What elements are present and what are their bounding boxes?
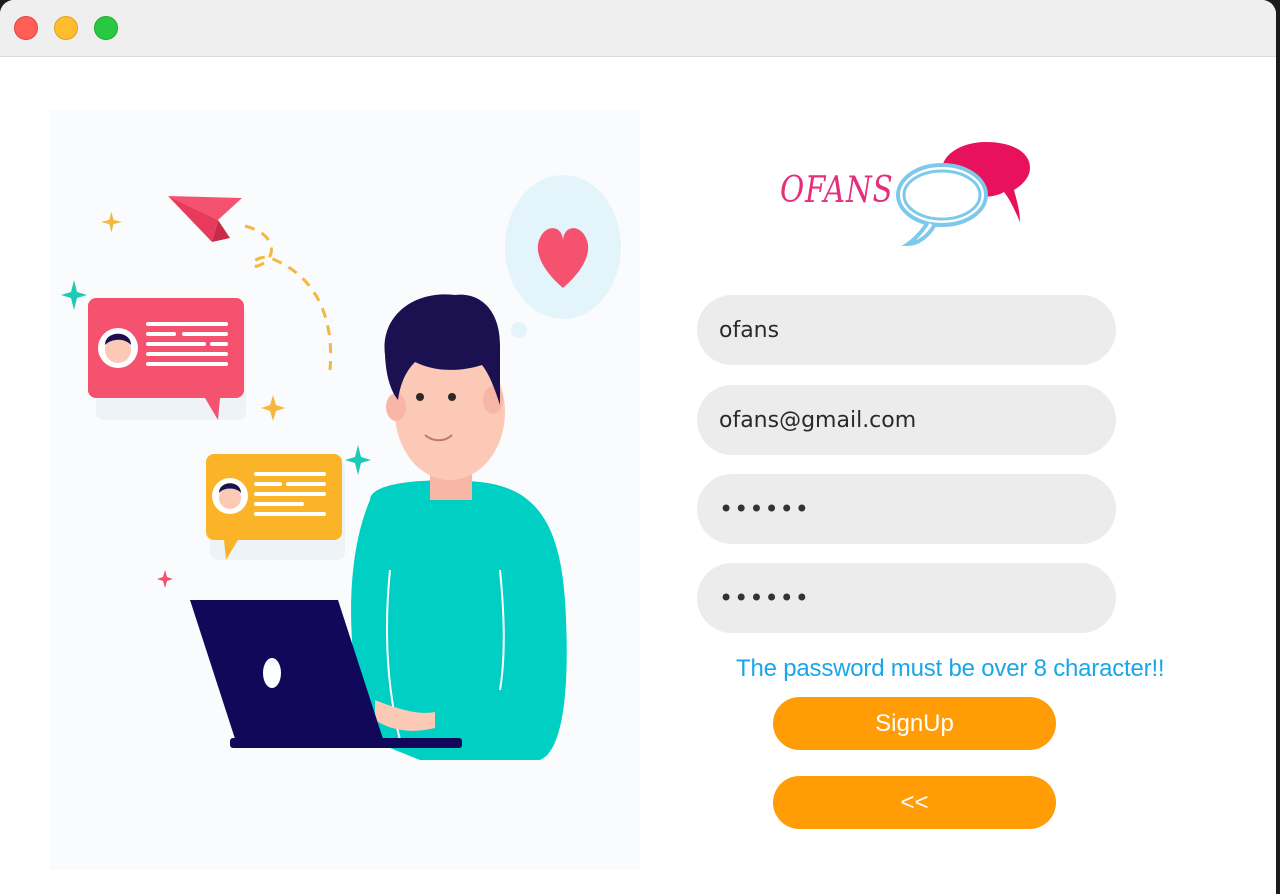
back-button[interactable]: << [773, 776, 1056, 829]
app-window: OFANS ofans ofans@gmail.com •••••• •••••… [0, 0, 1276, 894]
confirm-password-value: •••••• [719, 584, 810, 612]
close-button[interactable] [14, 16, 38, 40]
minimize-button[interactable] [54, 16, 78, 40]
chat-illustration [50, 110, 640, 870]
title-bar [0, 0, 1276, 57]
signup-button[interactable]: SignUp [773, 697, 1056, 750]
username-value: ofans [719, 317, 780, 343]
ofans-logo: OFANS [776, 140, 1036, 250]
username-field[interactable]: ofans [697, 295, 1116, 365]
zoom-button[interactable] [94, 16, 118, 40]
email-field[interactable]: ofans@gmail.com [697, 385, 1116, 455]
password-value: •••••• [719, 495, 810, 523]
password-warning: The password must be over 8 character!! [736, 655, 1165, 682]
email-value: ofans@gmail.com [719, 407, 917, 433]
chat-bubbles-icon [896, 142, 1030, 247]
logo-text: OFANS [780, 170, 894, 211]
confirm-password-field[interactable]: •••••• [697, 563, 1116, 633]
password-field[interactable]: •••••• [697, 474, 1116, 544]
